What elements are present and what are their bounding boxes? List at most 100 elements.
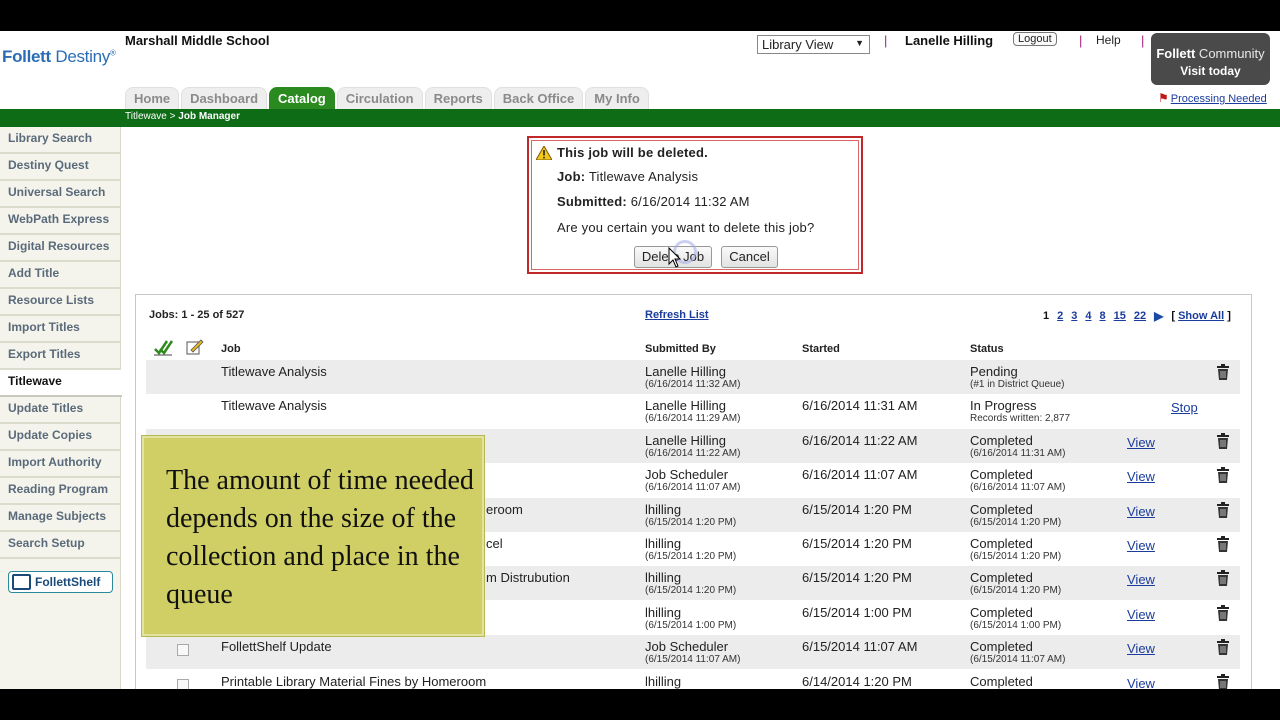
mouse-cursor-icon [668, 247, 682, 268]
sidebar-item-add-title[interactable]: Add Title [0, 262, 121, 289]
job-name: Printable Library Material Fines by Home… [221, 674, 487, 689]
job-status-detail: (6/15/2014 1:00 PM) [970, 620, 1062, 631]
job-status-detail: (6/15/2014 1:20 PM) [970, 517, 1062, 528]
refresh-list-link[interactable]: Refresh List [645, 309, 709, 321]
delete-trash-icon[interactable] [1216, 502, 1230, 519]
page-22[interactable]: 22 [1134, 310, 1146, 322]
col-submitted-by[interactable]: Submitted By [645, 343, 716, 355]
logout-button[interactable]: Logout [1013, 32, 1057, 46]
follett-community-button[interactable]: Follett Community Visit today [1151, 33, 1270, 85]
help-link[interactable]: Help [1096, 33, 1121, 47]
delete-trash-icon[interactable] [1216, 570, 1230, 587]
job-status-detail: (6/15/2014 11:07 AM) [970, 654, 1066, 665]
page-2[interactable]: 2 [1057, 310, 1063, 322]
view-link[interactable]: View [1127, 572, 1155, 587]
delete-trash-icon[interactable] [1216, 433, 1230, 450]
view-link[interactable]: View [1127, 435, 1155, 450]
view-link[interactable]: View [1127, 504, 1155, 519]
submitted-by: lhilling [645, 674, 682, 689]
sidebar-item-digital-resources[interactable]: Digital Resources [0, 235, 121, 262]
page-4[interactable]: 4 [1085, 310, 1091, 322]
tab-circulation[interactable]: Circulation [336, 87, 423, 109]
tab-catalog[interactable]: Catalog [269, 87, 335, 109]
sidebar-item-webpath-express[interactable]: WebPath Express [0, 208, 121, 235]
started-time: 6/16/2014 11:07 AM [802, 467, 918, 482]
delete-trash-icon[interactable] [1216, 639, 1230, 656]
sidebar-item-universal-search[interactable]: Universal Search [0, 181, 121, 208]
started-time: 6/14/2014 1:20 PM [802, 674, 912, 689]
cancel-button[interactable]: Cancel [721, 246, 778, 268]
tab-dashboard[interactable]: Dashboard [181, 87, 268, 109]
view-link[interactable]: View [1127, 641, 1155, 656]
submitted-by: Lanelle Hilling [645, 398, 726, 413]
submitted-by: Lanelle Hilling [645, 433, 726, 448]
divider: | [884, 33, 888, 48]
tab-home[interactable]: Home [125, 87, 180, 109]
jobs-table-header: Job Submitted By Started Status [146, 336, 1240, 360]
page-15[interactable]: 15 [1114, 310, 1126, 322]
caption-text: The amount of time needed depends on the… [166, 465, 474, 610]
sidebar-item-destiny-quest[interactable]: Destiny Quest [0, 154, 121, 181]
delete-trash-icon[interactable] [1216, 364, 1230, 381]
breadcrumb-current: Job Manager [178, 111, 240, 122]
row-checkbox[interactable] [177, 644, 189, 656]
sidebar-item-manage-subjects[interactable]: Manage Subjects [0, 505, 121, 532]
school-name: Marshall Middle School [125, 33, 270, 48]
flag-icon: ⚑ [1158, 91, 1169, 105]
delete-trash-icon[interactable] [1216, 467, 1230, 484]
job-status: In Progress [970, 398, 1037, 413]
sidebar-item-update-titles[interactable]: Update Titles [0, 397, 121, 424]
view-link[interactable]: View [1127, 469, 1155, 484]
sidebar-item-import-authority[interactable]: Import Authority [0, 451, 121, 478]
table-row[interactable]: Printable Library Material Fines by Home… [146, 670, 1240, 689]
breadcrumb-titlewave[interactable]: Titlewave [125, 111, 167, 122]
page-8[interactable]: 8 [1100, 310, 1106, 322]
started-time: 6/15/2014 1:00 PM [802, 605, 912, 620]
show-all-link[interactable]: Show All [1178, 310, 1224, 322]
col-started[interactable]: Started [802, 343, 840, 355]
next-page-icon[interactable]: ▶ [1154, 309, 1163, 323]
table-row[interactable]: Titlewave Analysis Lanelle Hilling (6/16/2… [146, 394, 1240, 428]
job-status-detail: (#1 in District Queue) [970, 379, 1065, 390]
view-link[interactable]: View [1127, 538, 1155, 553]
view-link[interactable]: View [1127, 676, 1155, 689]
col-status[interactable]: Status [970, 343, 1004, 355]
sidebar-item-titlewave[interactable]: Titlewave [0, 370, 122, 397]
table-row[interactable]: Titlewave Analysis Lanelle Hilling (6/16/2… [146, 360, 1240, 394]
tab-back-office[interactable]: Back Office [493, 87, 584, 109]
job-status: Completed [970, 536, 1033, 551]
stop-link[interactable]: Stop [1171, 400, 1198, 415]
dropdown-arrow-icon: ▼ [855, 38, 864, 48]
delete-trash-icon[interactable] [1216, 605, 1230, 622]
sidebar-item-import-titles[interactable]: Import Titles [0, 316, 121, 343]
edit-pencil-icon[interactable] [185, 338, 205, 356]
main-tabs: Home Dashboard Catalog Circulation Repor… [125, 87, 649, 109]
delete-trash-icon[interactable] [1216, 674, 1230, 689]
sidebar-item-resource-lists[interactable]: Resource Lists [0, 289, 121, 316]
job-status: Completed [970, 433, 1033, 448]
page-3[interactable]: 3 [1071, 310, 1077, 322]
started-time: 6/16/2014 11:22 AM [802, 433, 918, 448]
follett-destiny-logo[interactable]: Follett Destiny® [2, 47, 116, 67]
row-checkbox[interactable] [177, 679, 189, 689]
submitted-by: lhilling [645, 502, 682, 517]
job-name: Titlewave Analysis [221, 398, 327, 413]
follettshelf-button[interactable]: FollettShelf [8, 571, 113, 593]
library-view-select[interactable]: Library View ▼ [757, 35, 870, 54]
table-row[interactable]: FollettShelf Update Job Scheduler (6/15/20… [146, 635, 1240, 669]
submitted-time: (6/15/2014 1:00 PM) [645, 620, 737, 631]
select-all-check-icon[interactable] [153, 338, 173, 356]
sidebar-item-export-titles[interactable]: Export Titles [0, 343, 121, 370]
job-name: Titlewave Analysis [221, 364, 327, 379]
col-job[interactable]: Job [221, 343, 241, 355]
sidebar-item-reading-program[interactable]: Reading Program [0, 478, 121, 505]
sidebar-item-update-copies[interactable]: Update Copies [0, 424, 121, 451]
tab-my-info[interactable]: My Info [585, 87, 649, 109]
view-link[interactable]: View [1127, 607, 1155, 622]
sidebar-item-library-search[interactable]: Library Search [0, 127, 121, 154]
delete-trash-icon[interactable] [1216, 536, 1230, 553]
sidebar-item-search-setup[interactable]: Search Setup [0, 532, 121, 559]
processing-needed-link[interactable]: ⚑ Processing Needed [1158, 91, 1267, 105]
job-status-detail: (6/15/2014 1:20 PM) [970, 585, 1062, 596]
tab-reports[interactable]: Reports [424, 87, 492, 109]
